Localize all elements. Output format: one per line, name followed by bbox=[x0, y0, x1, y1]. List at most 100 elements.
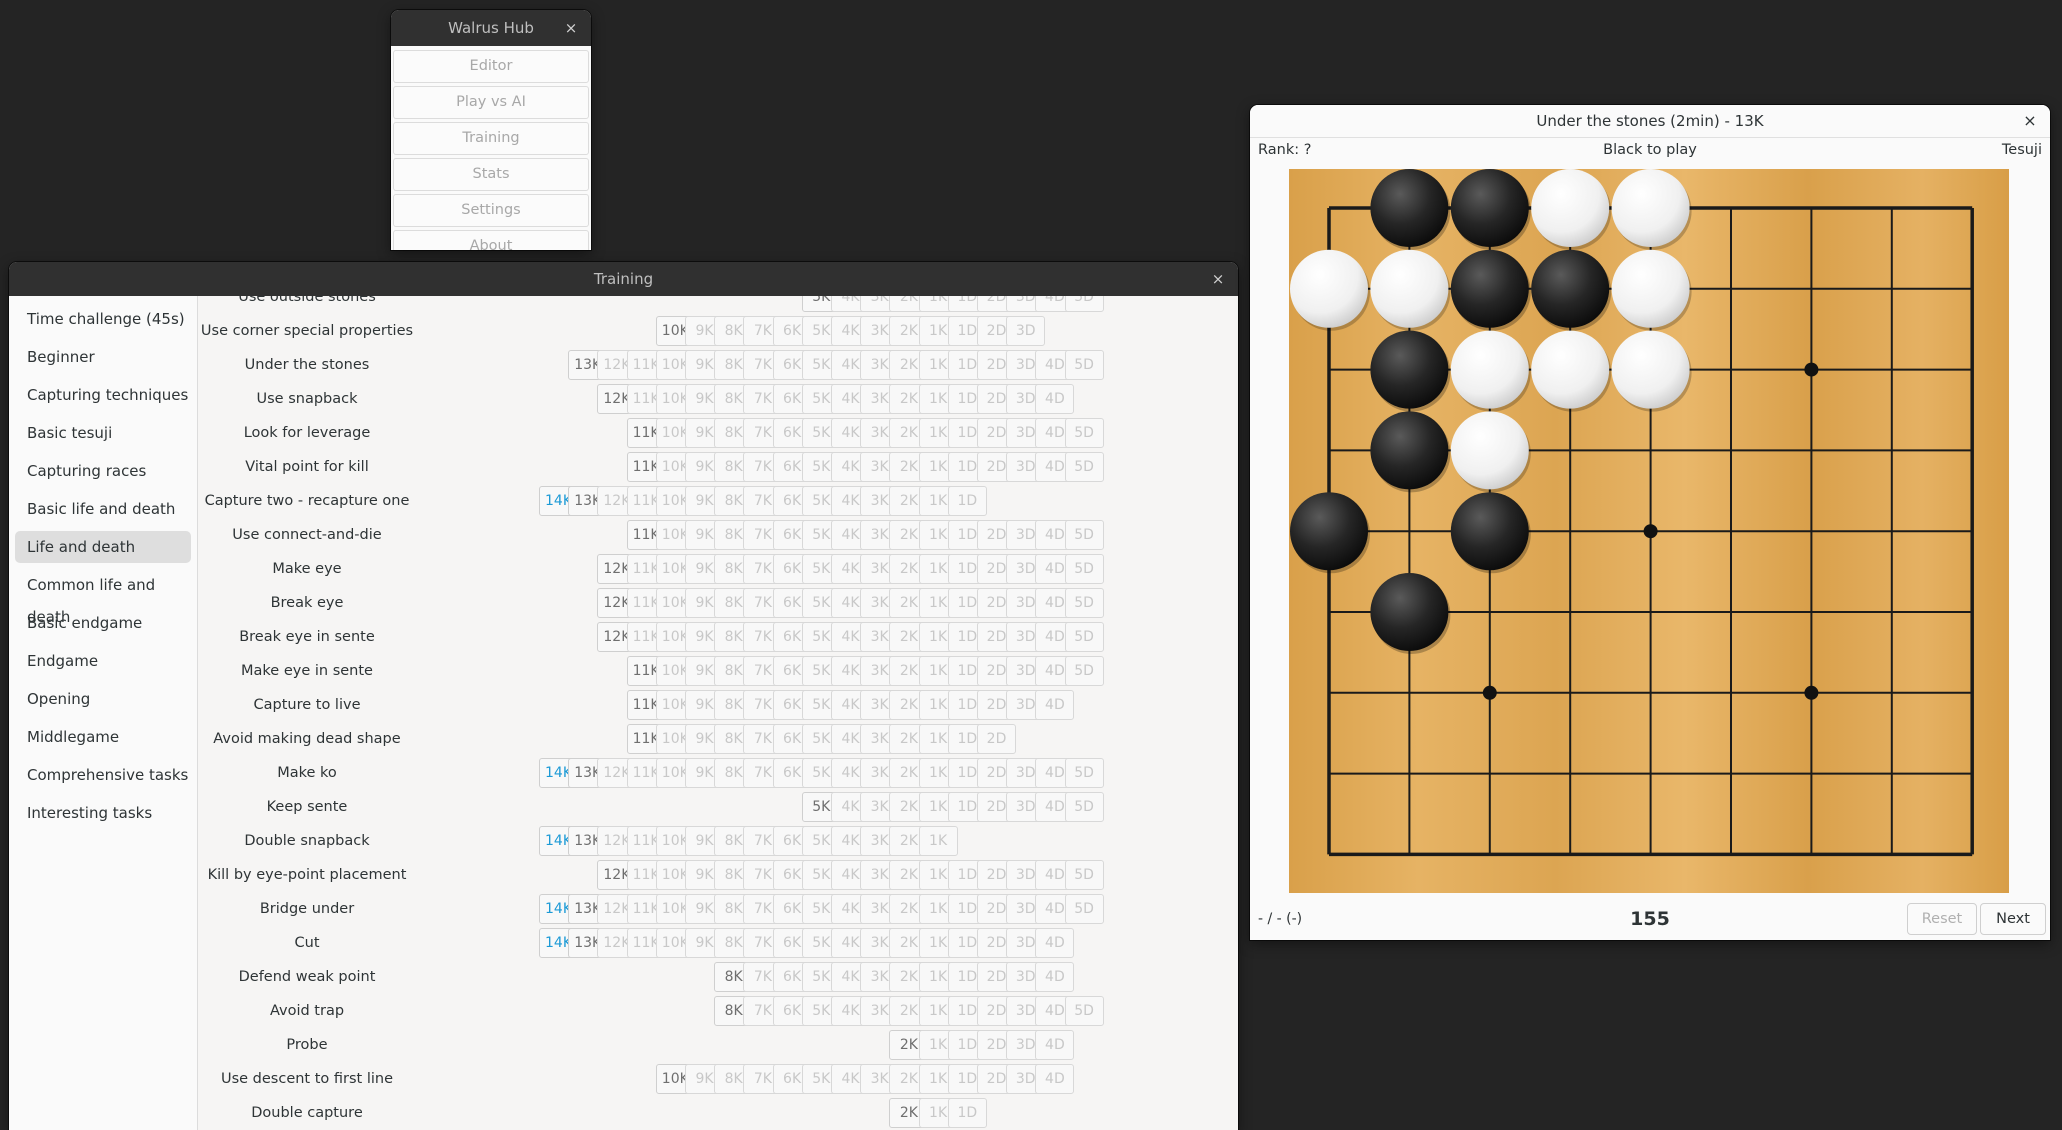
task-row-use-outside-stones: Use outside stones 5K 4K 3K 2K 1K 1D 2D 3D 4D 5D bbox=[198, 296, 1238, 314]
white-stone bbox=[1450, 330, 1529, 409]
task-row-make-eye: Make eye 12K 11K 10K 9K 8K 7K 6K 5K 4K 3K 2K 1K 1D 2D 3… bbox=[198, 552, 1238, 586]
category-item-life-and-death[interactable]: Life and death bbox=[15, 531, 191, 563]
level-button-4d[interactable]: 4D bbox=[1035, 690, 1075, 720]
star-point bbox=[1482, 685, 1497, 700]
level-button-1d[interactable]: 1D bbox=[947, 486, 987, 516]
task-name: Avoid making dead shape bbox=[213, 731, 401, 747]
next-button[interactable]: Next bbox=[1980, 903, 2046, 935]
level-button-5d[interactable]: 5D bbox=[1064, 996, 1104, 1026]
level-button-4d[interactable]: 4D bbox=[1035, 928, 1075, 958]
task-row-use-connect-and-die: Use connect-and-die 11K 10K 9K 8K 7K 6K 5K 4K 3K 2… bbox=[198, 518, 1238, 552]
task-row-avoid-making-dead-shape: Avoid making dead shape 11K 10K 9K 8K 7K 6K 5K 4… bbox=[198, 722, 1238, 756]
level-button-4d[interactable]: 4D bbox=[1035, 384, 1075, 414]
hub-training-button[interactable]: Training bbox=[393, 122, 589, 155]
level-button-5d[interactable]: 5D bbox=[1064, 792, 1104, 822]
task-row-under-the-stones: Under the stones 13K 12K 11K 10K 9K 8K 7K 6K 5K 4K… bbox=[198, 348, 1238, 382]
task-name: Bridge under bbox=[259, 901, 355, 917]
level-button-3d[interactable]: 3D bbox=[1006, 316, 1046, 346]
category-item-interesting-tasks[interactable]: Interesting tasks bbox=[15, 797, 191, 829]
white-stone bbox=[1290, 249, 1368, 328]
category-item-capturing-races[interactable]: Capturing races bbox=[15, 455, 191, 487]
reset-button[interactable]: Reset bbox=[1907, 903, 1977, 935]
training-titlebar[interactable]: Training × bbox=[9, 262, 1238, 296]
task-name: Use snapback bbox=[256, 391, 358, 407]
hub-play-vs-ai-button[interactable]: Play vs AI bbox=[393, 86, 589, 119]
black-stone bbox=[1370, 573, 1449, 651]
black-stone bbox=[1531, 249, 1610, 328]
problem-title: Under the stones (2min) - 13K bbox=[1536, 112, 1764, 130]
training-close-icon[interactable]: × bbox=[1206, 267, 1230, 291]
level-button-5d[interactable]: 5D bbox=[1064, 554, 1104, 584]
level-button-5d[interactable]: 5D bbox=[1064, 656, 1104, 686]
training-task-list[interactable]: Use outside stones 5K 4K 3K 2K 1K 1D 2D 3D 4D 5D Us… bbox=[198, 296, 1238, 1130]
level-button-5d[interactable]: 5D bbox=[1064, 588, 1104, 618]
task-name: Use descent to first line bbox=[220, 1071, 394, 1087]
task-name: Use outside stones bbox=[238, 296, 376, 305]
task-row-vital-point-for-kill: Vital point for kill 11K 10K 9K 8K 7K 6K 5K 4K 3K… bbox=[198, 450, 1238, 484]
white-stone bbox=[1611, 169, 1690, 247]
level-button-5d[interactable]: 5D bbox=[1064, 894, 1104, 924]
hub-settings-button[interactable]: Settings bbox=[393, 194, 589, 227]
task-row-capture-two-recapture-one: Capture two - recapture one 14K 13K 12K 11K 1… bbox=[198, 484, 1238, 518]
level-button-5d[interactable]: 5D bbox=[1064, 520, 1104, 550]
black-stone bbox=[1370, 169, 1449, 247]
task-row-cut: Cut 14K 13K 12K 11K 10K 9K 8K 7K 6K 5K 4K 3K 2K 1K 1D 2D… bbox=[198, 926, 1238, 960]
category-item-basic-life-and-death[interactable]: Basic life and death bbox=[15, 493, 191, 525]
go-board-canvas[interactable] bbox=[1289, 169, 2009, 893]
hub-about-button[interactable]: About bbox=[393, 230, 589, 250]
black-stone bbox=[1450, 169, 1529, 247]
level-button-4d[interactable]: 4D bbox=[1035, 1030, 1075, 1060]
task-name: Defend weak point bbox=[238, 969, 376, 985]
category-item-capturing-techniques[interactable]: Capturing techniques bbox=[15, 379, 191, 411]
task-name: Cut bbox=[294, 935, 320, 951]
category-item-middlegame[interactable]: Middlegame bbox=[15, 721, 191, 753]
level-button-5d[interactable]: 5D bbox=[1064, 296, 1104, 312]
level-button-5d[interactable]: 5D bbox=[1064, 452, 1104, 482]
level-button-5d[interactable]: 5D bbox=[1064, 758, 1104, 788]
hub-close-icon[interactable]: × bbox=[559, 16, 583, 40]
white-stone bbox=[1531, 169, 1610, 247]
hub-stats-button[interactable]: Stats bbox=[393, 158, 589, 191]
star-point bbox=[1804, 362, 1819, 377]
white-stone bbox=[1370, 249, 1449, 328]
task-rows: Use outside stones 5K 4K 3K 2K 1K 1D 2D 3D 4D 5D Us… bbox=[198, 296, 1238, 1130]
to-play-label: Black to play bbox=[1603, 142, 1697, 158]
walrus-hub-window: Walrus Hub × Editor Play vs AI Training … bbox=[391, 10, 591, 250]
level-button-5d[interactable]: 5D bbox=[1064, 350, 1104, 380]
problem-titlebar[interactable]: Under the stones (2min) - 13K × bbox=[1250, 105, 2050, 138]
level-button-1d[interactable]: 1D bbox=[947, 1098, 987, 1128]
category-label: Tesuji bbox=[2001, 142, 2042, 158]
category-item-basic-tesuji[interactable]: Basic tesuji bbox=[15, 417, 191, 449]
black-stone bbox=[1450, 492, 1529, 571]
level-button-1k[interactable]: 1K bbox=[918, 826, 958, 856]
level-button-2d[interactable]: 2D bbox=[977, 724, 1016, 754]
level-button-4d[interactable]: 4D bbox=[1035, 962, 1075, 992]
task-row-look-for-leverage: Look for leverage 11K 10K 9K 8K 7K 6K 5K 4K 3K 2K 1… bbox=[198, 416, 1238, 450]
task-row-break-eye-in-sente: Break eye in sente 12K 11K 10K 9K 8K 7K 6K 5K 4K 3… bbox=[198, 620, 1238, 654]
category-item-endgame[interactable]: Endgame bbox=[15, 645, 191, 677]
category-item-basic-endgame[interactable]: Basic endgame bbox=[15, 607, 191, 639]
category-item-common-life-and-death[interactable]: Common life and death bbox=[15, 569, 191, 626]
white-stone bbox=[1611, 330, 1690, 409]
hub-menu: Editor Play vs AI Training Stats Setting… bbox=[391, 46, 591, 250]
task-row-make-ko: Make ko 14K 13K 12K 11K 10K 9K 8K 7K 6K 5K 4K 3K 2K 1K… bbox=[198, 756, 1238, 790]
level-button-5d[interactable]: 5D bbox=[1064, 860, 1104, 890]
hub-titlebar[interactable]: Walrus Hub × bbox=[391, 10, 591, 46]
level-button-5d[interactable]: 5D bbox=[1064, 622, 1104, 652]
level-button-4d[interactable]: 4D bbox=[1035, 1064, 1075, 1094]
category-item-time-challenge-45s[interactable]: Time challenge (45s) bbox=[15, 303, 191, 335]
task-name: Use corner special properties bbox=[200, 323, 414, 339]
problem-close-icon[interactable]: × bbox=[2018, 109, 2042, 133]
category-item-comprehensive-tasks[interactable]: Comprehensive tasks bbox=[15, 759, 191, 791]
hub-editor-button[interactable]: Editor bbox=[393, 50, 589, 83]
white-stone bbox=[1611, 249, 1690, 328]
task-name: Avoid trap bbox=[269, 1003, 345, 1019]
category-item-beginner[interactable]: Beginner bbox=[15, 341, 191, 373]
problem-info-bar: Rank: ? Black to play Tesuji bbox=[1250, 138, 2050, 162]
go-board[interactable] bbox=[1289, 169, 2009, 893]
level-button-5d[interactable]: 5D bbox=[1064, 418, 1104, 448]
task-name: Use connect-and-die bbox=[232, 527, 382, 543]
category-item-opening[interactable]: Opening bbox=[15, 683, 191, 715]
task-name: Make eye bbox=[272, 561, 342, 577]
task-name: Double capture bbox=[251, 1105, 363, 1121]
